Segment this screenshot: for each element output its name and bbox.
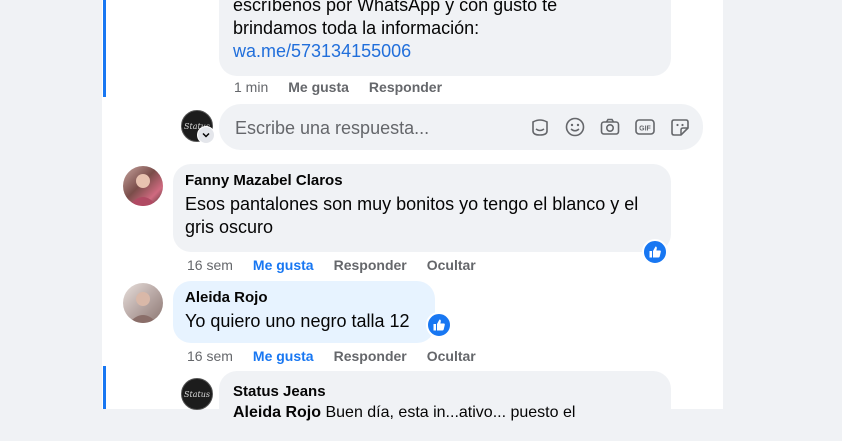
reply-button[interactable]: Responder bbox=[369, 79, 442, 95]
avatar-sticker-icon[interactable] bbox=[668, 115, 692, 139]
like-button[interactable]: Me gusta bbox=[253, 257, 314, 273]
comment-author[interactable]: Aleida Rojo bbox=[185, 289, 423, 307]
reply-line-1: escríbenos por WhatsApp y con gusto te bbox=[233, 0, 558, 15]
svg-text:GIF: GIF bbox=[639, 126, 651, 133]
comment-actions: 16 sem Me gusta Responder Ocultar bbox=[187, 257, 476, 273]
reply-author[interactable]: Status Jeans bbox=[233, 383, 657, 401]
avatar-logo-text: Status bbox=[184, 389, 210, 399]
whatsapp-link[interactable]: wa.me/573134155006 bbox=[233, 40, 657, 63]
avatar[interactable] bbox=[123, 166, 163, 206]
reply-input[interactable] bbox=[233, 114, 527, 142]
reply-text: Aleida Rojo Buen día, esta in...ativo...… bbox=[233, 401, 657, 424]
comment-time[interactable]: 16 sem bbox=[187, 257, 233, 273]
hide-button[interactable]: Ocultar bbox=[427, 348, 476, 364]
reply-text-start: Buen día, esta in...ativo... puesto el bbox=[325, 404, 576, 421]
like-reaction-icon[interactable] bbox=[642, 239, 668, 265]
comment-text: Esos pantalones son muy bonitos yo tengo… bbox=[185, 194, 639, 214]
avatar[interactable] bbox=[123, 283, 163, 323]
comment-author[interactable]: Fanny Mazabel Claros bbox=[185, 172, 659, 190]
comment-text: Yo quiero uno negro talla 12 bbox=[185, 311, 410, 331]
reply-bubble: Status Jeans Aleida Rojo Buen día, esta … bbox=[219, 371, 671, 441]
like-button[interactable]: Me gusta bbox=[253, 348, 314, 364]
comment-bubble: Fanny Mazabel Claros Esos pantalones son… bbox=[173, 164, 671, 252]
comment-text: gris oscuro bbox=[185, 217, 274, 237]
comment-actions: 16 sem Me gusta Responder Ocultar bbox=[187, 348, 476, 364]
thread-line bbox=[103, 366, 106, 409]
emoji-icon[interactable] bbox=[563, 115, 587, 139]
chevron-down-icon[interactable] bbox=[197, 126, 215, 144]
comment-bubble: Aleida Rojo Yo quiero uno negro talla 12 bbox=[173, 281, 435, 343]
hide-button[interactable]: Ocultar bbox=[427, 257, 476, 273]
gif-icon[interactable]: GIF bbox=[633, 115, 657, 139]
comment-time[interactable]: 1 min bbox=[234, 79, 268, 95]
sticker-icon[interactable] bbox=[528, 115, 552, 139]
avatar[interactable]: Status bbox=[181, 378, 213, 410]
like-reaction-icon[interactable] bbox=[426, 312, 452, 338]
camera-icon[interactable] bbox=[598, 115, 622, 139]
thread-line bbox=[103, 0, 106, 97]
comment-time[interactable]: 16 sem bbox=[187, 348, 233, 364]
mention-link[interactable]: Aleida Rojo bbox=[233, 404, 321, 421]
reply-button[interactable]: Responder bbox=[334, 348, 407, 364]
page-reply-bubble: escríbenos por WhatsApp y con gusto te b… bbox=[219, 0, 671, 76]
like-button[interactable]: Me gusta bbox=[288, 79, 349, 95]
reply-line-2: brindamos toda la información: bbox=[233, 18, 480, 38]
page-reply-actions: 1 min Me gusta Responder bbox=[234, 79, 442, 95]
reply-composer: GIF bbox=[219, 104, 703, 150]
reply-button[interactable]: Responder bbox=[334, 257, 407, 273]
